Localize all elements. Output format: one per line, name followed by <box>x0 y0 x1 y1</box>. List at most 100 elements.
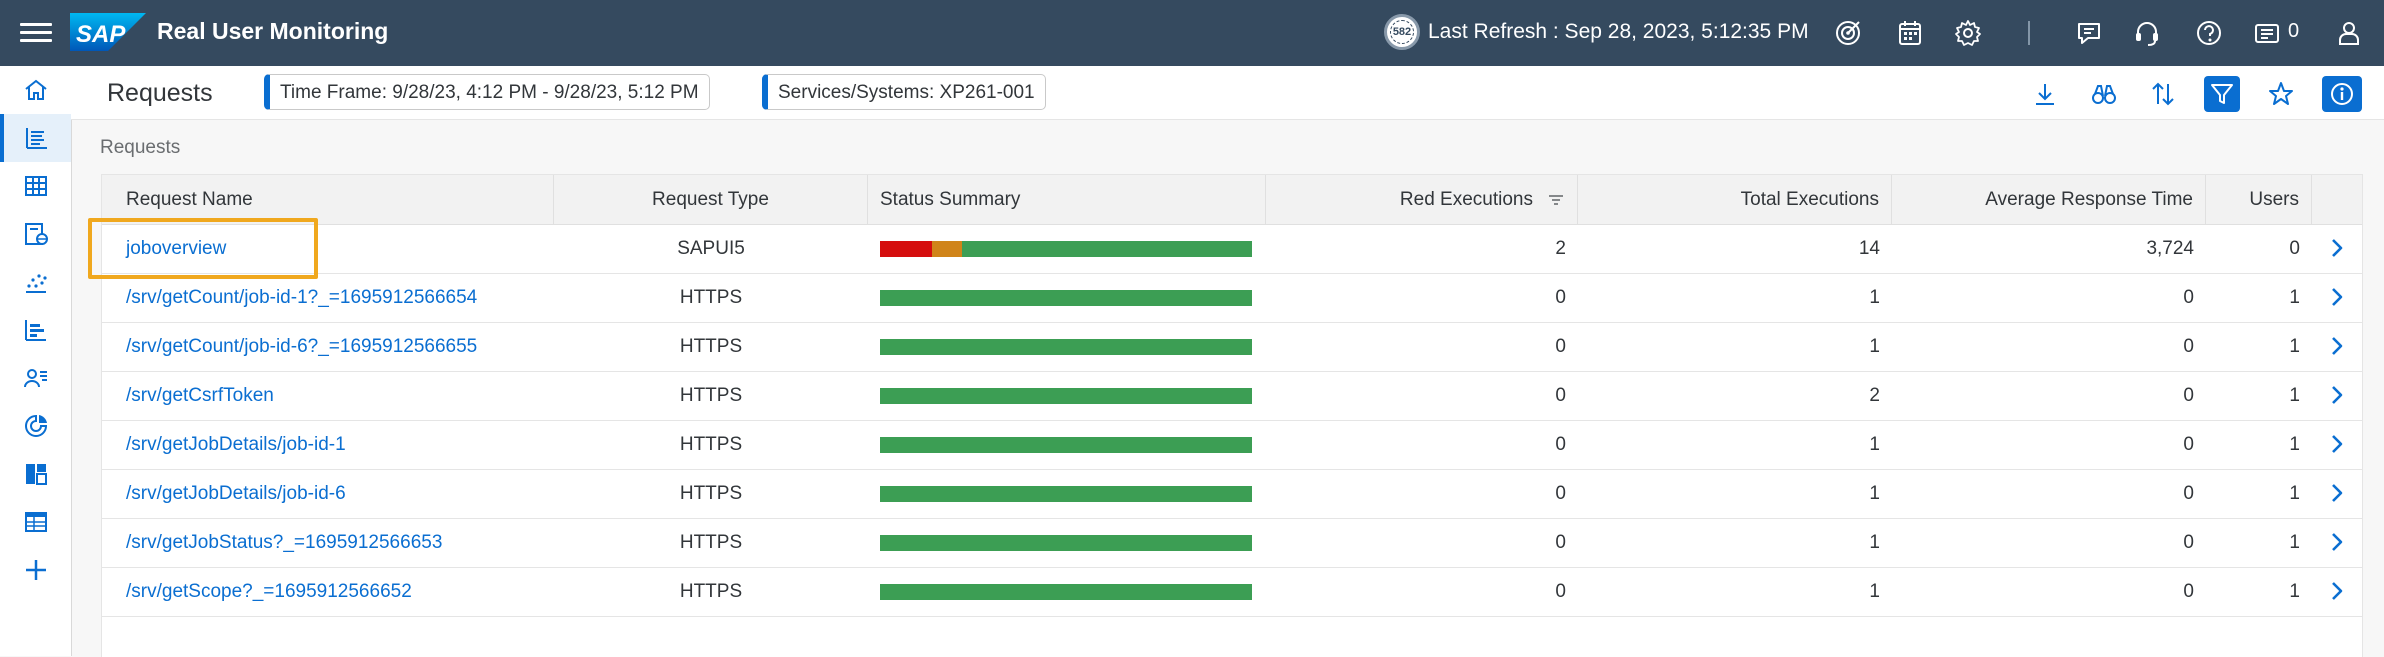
table-view-icon[interactable] <box>0 498 71 546</box>
grid-table-icon[interactable] <box>0 162 71 210</box>
user-icon[interactable] <box>2334 18 2364 48</box>
red-executions-cell: 0 <box>1555 581 1566 602</box>
services-systems-filter[interactable]: Services/Systems: XP261-001 <box>762 74 1046 110</box>
column-red-executions-label: Red Executions <box>1399 189 1533 210</box>
bar-chart-icon[interactable] <box>0 306 71 354</box>
request-type-cell: HTTPS <box>679 287 743 308</box>
request-name-link[interactable]: /srv/getCount/job-id-1?_=1695912566654 <box>102 273 554 322</box>
status-summary-bar <box>880 290 1252 306</box>
column-average-response-time[interactable]: Average Response Time <box>1892 175 2206 224</box>
refresh-counter[interactable]: 582 <box>1384 14 1420 50</box>
target-icon[interactable] <box>1833 18 1863 48</box>
requests-list-icon[interactable] <box>0 114 71 162</box>
chevron-right-icon[interactable] <box>2325 481 2349 505</box>
red-executions-cell: 2 <box>1555 238 1566 259</box>
request-type-cell: SAPUI5 <box>677 238 745 259</box>
total-executions-cell: 1 <box>1869 287 1880 308</box>
chevron-right-icon[interactable] <box>2325 530 2349 554</box>
average-response-time-cell: 0 <box>2183 532 2194 553</box>
notifications-icon[interactable] <box>2252 18 2282 48</box>
chevron-right-icon[interactable] <box>2325 285 2349 309</box>
request-name-link[interactable]: /srv/getJobStatus?_=1695912566653 <box>102 518 554 567</box>
add-icon[interactable] <box>0 546 71 594</box>
request-name-link[interactable]: /srv/getJobDetails/job-id-1 <box>102 420 554 469</box>
column-request-name[interactable]: Request Name <box>102 175 554 224</box>
home-icon[interactable] <box>0 66 71 114</box>
status-green-segment <box>880 388 1252 404</box>
section-label: Requests <box>100 137 181 158</box>
red-executions-cell: 0 <box>1555 483 1566 504</box>
red-executions-cell: 0 <box>1555 434 1566 455</box>
table-row[interactable]: /srv/getJobDetails/job-id-1 HTTPS 0 1 0 … <box>102 420 2362 470</box>
donut-chart-icon[interactable] <box>0 402 71 450</box>
web-page-icon[interactable] <box>0 210 71 258</box>
users-cell: 1 <box>2289 336 2300 357</box>
page-title: Requests <box>107 79 213 107</box>
table-row[interactable]: /srv/getJobStatus?_=1695912566653 HTTPS … <box>102 518 2362 568</box>
request-name-link[interactable]: /srv/getJobDetails/job-id-6 <box>102 469 554 518</box>
table-row[interactable]: /srv/getCount/job-id-1?_=1695912566654 H… <box>102 273 2362 323</box>
column-red-executions[interactable]: Red Executions <box>1266 175 1578 224</box>
chevron-right-icon[interactable] <box>2325 334 2349 358</box>
average-response-time-cell: 0 <box>2183 581 2194 602</box>
column-status-summary[interactable]: Status Summary <box>868 175 1266 224</box>
users-cell: 1 <box>2289 483 2300 504</box>
shell-bar: SAP Real User Monitoring 582 Last Refres… <box>0 0 2384 66</box>
total-executions-cell: 1 <box>1869 532 1880 553</box>
binoculars-icon[interactable] <box>2086 76 2122 112</box>
highlight-box <box>88 218 318 279</box>
menu-icon[interactable] <box>20 18 52 48</box>
users-cell: 1 <box>2289 287 2300 308</box>
user-list-icon[interactable] <box>0 354 71 402</box>
calendar-icon[interactable] <box>1895 18 1925 48</box>
sort-icon[interactable] <box>2145 76 2181 112</box>
total-executions-cell: 1 <box>1869 483 1880 504</box>
chevron-right-icon[interactable] <box>2325 236 2349 260</box>
red-executions-cell: 0 <box>1555 385 1566 406</box>
time-frame-filter[interactable]: Time Frame: 9/28/23, 4:12 PM - 9/28/23, … <box>264 74 710 110</box>
favorite-star-icon[interactable] <box>2263 76 2299 112</box>
settings-icon[interactable] <box>1953 18 1983 48</box>
column-request-type[interactable]: Request Type <box>554 175 868 224</box>
total-executions-cell: 14 <box>1858 238 1880 259</box>
chevron-right-icon[interactable] <box>2325 432 2349 456</box>
chevron-right-icon[interactable] <box>2325 383 2349 407</box>
request-type-cell: HTTPS <box>679 581 743 602</box>
status-summary-bar <box>880 339 1252 355</box>
status-summary-bar <box>880 535 1252 551</box>
filter-icon[interactable] <box>2204 76 2240 112</box>
headset-icon[interactable] <box>2132 18 2162 48</box>
request-name-link[interactable]: /srv/getCsrfToken <box>102 371 554 420</box>
table-row[interactable]: /srv/getCsrfToken HTTPS 0 2 0 1 <box>102 371 2362 421</box>
status-red-segment <box>880 241 933 257</box>
table-row[interactable]: joboverview SAPUI5 2 14 3,724 0 <box>102 224 2362 274</box>
red-executions-cell: 0 <box>1555 336 1566 357</box>
sap-logo[interactable]: SAP <box>70 13 146 51</box>
request-type-cell: HTTPS <box>679 336 743 357</box>
request-name-link[interactable]: /srv/getCount/job-id-6?_=1695912566655 <box>102 322 554 371</box>
scatter-chart-icon[interactable] <box>0 258 71 306</box>
sort-descending-icon[interactable] <box>1548 192 1564 208</box>
shell-divider <box>2028 21 2030 45</box>
chevron-right-icon[interactable] <box>2325 579 2349 603</box>
help-icon[interactable] <box>2194 18 2224 48</box>
table-row[interactable]: /srv/getScope?_=1695912566652 HTTPS 0 1 … <box>102 567 2362 617</box>
column-total-executions[interactable]: Total Executions <box>1578 175 1892 224</box>
users-cell: 1 <box>2289 581 2300 602</box>
download-icon[interactable] <box>2027 76 2063 112</box>
page-header: Requests Time Frame: 9/28/23, 4:12 PM - … <box>71 66 2384 120</box>
feedback-icon[interactable] <box>2074 18 2104 48</box>
app-title: Real User Monitoring <box>157 18 389 44</box>
request-name-link[interactable]: /srv/getScope?_=1695912566652 <box>102 567 554 616</box>
total-executions-cell: 1 <box>1869 581 1880 602</box>
red-executions-cell: 0 <box>1555 532 1566 553</box>
table-row[interactable]: /srv/getJobDetails/job-id-6 HTTPS 0 1 0 … <box>102 469 2362 519</box>
column-users[interactable]: Users <box>2206 175 2312 224</box>
logo-text: SAP <box>76 21 126 48</box>
request-type-cell: HTTPS <box>679 532 743 553</box>
dashboard-tiles-icon[interactable] <box>0 450 71 498</box>
info-icon[interactable] <box>2322 76 2362 112</box>
status-green-segment <box>880 584 1252 600</box>
request-type-cell: HTTPS <box>679 385 743 406</box>
table-row[interactable]: /srv/getCount/job-id-6?_=1695912566655 H… <box>102 322 2362 372</box>
